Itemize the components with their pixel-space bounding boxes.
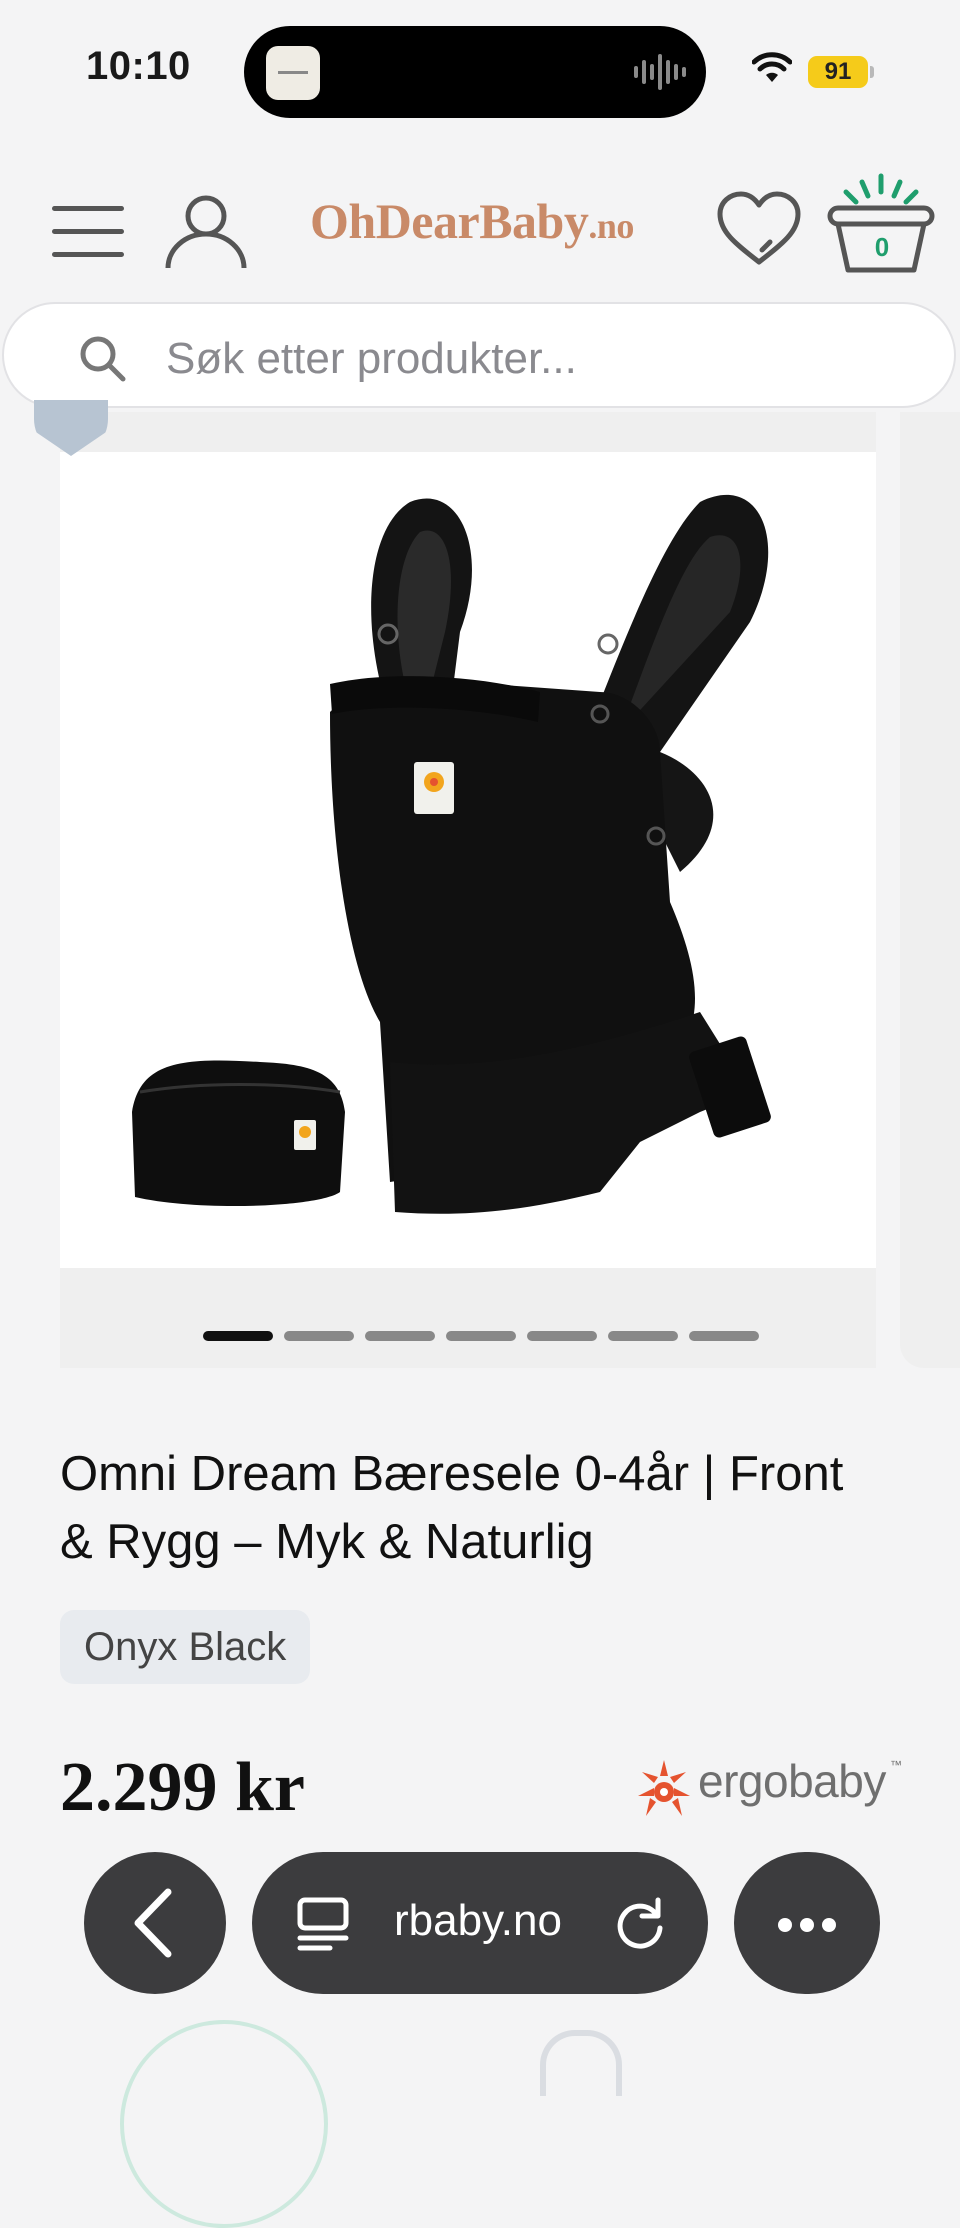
carousel-dot[interactable]: [608, 1331, 678, 1341]
trademark-mark: ™: [890, 1758, 902, 1772]
logo-tld: .no: [588, 206, 634, 246]
carousel-dot[interactable]: [527, 1331, 597, 1341]
logo-main: OhDearBaby: [310, 193, 589, 249]
faded-feature-icon: [120, 2020, 328, 2228]
now-playing-app-icon: [266, 46, 320, 100]
more-icon: [778, 1918, 792, 1932]
account-icon[interactable]: [164, 192, 248, 270]
baby-carrier-illustration: [132, 494, 771, 1214]
carousel-dot[interactable]: [284, 1331, 354, 1341]
heart-icon[interactable]: [716, 190, 802, 268]
ergobaby-sun-icon: [638, 1760, 690, 1816]
product-image: [60, 452, 876, 1268]
battery-icon: 91: [808, 56, 868, 88]
back-button[interactable]: [84, 1852, 226, 1994]
carousel-dot[interactable]: [365, 1331, 435, 1341]
cart-count: 0: [874, 232, 890, 262]
reader-icon: [297, 1897, 349, 1951]
search-input[interactable]: Søk etter produkter...: [2, 302, 956, 408]
search-icon: [80, 336, 126, 382]
product-image-carousel[interactable]: [60, 412, 876, 1368]
product-title: Omni Dream Bæresele 0-4år | Front & Rygg…: [60, 1447, 844, 1569]
reload-icon[interactable]: [612, 1896, 668, 1952]
back-icon: [134, 1888, 172, 1958]
carousel-dot[interactable]: [203, 1331, 273, 1341]
brand-name: ergobaby: [698, 1755, 886, 1807]
variant-chip[interactable]: Onyx Black: [60, 1610, 311, 1684]
carousel-dot[interactable]: [689, 1331, 759, 1341]
audio-wave-icon: [634, 54, 686, 90]
more-button[interactable]: [734, 1852, 880, 1994]
site-logo[interactable]: OhDearBaby.no: [310, 192, 634, 250]
wifi-icon: [752, 52, 792, 82]
next-slide-peek[interactable]: [900, 412, 960, 1368]
product-price: 2.299 kr: [60, 1749, 305, 1826]
carousel-dot[interactable]: [446, 1331, 516, 1341]
dynamic-island: [244, 26, 706, 118]
menu-icon[interactable]: [52, 204, 124, 260]
faded-feature-icon-2: [540, 2030, 622, 2096]
address-bar[interactable]: rbaby.no: [252, 1852, 708, 1994]
battery-tip: [870, 66, 874, 78]
basket-icon[interactable]: [826, 170, 936, 280]
status-time: 10:10: [86, 44, 191, 88]
url-text: rbaby.no: [394, 1896, 562, 1945]
search-placeholder: Søk etter produkter...: [166, 334, 577, 383]
